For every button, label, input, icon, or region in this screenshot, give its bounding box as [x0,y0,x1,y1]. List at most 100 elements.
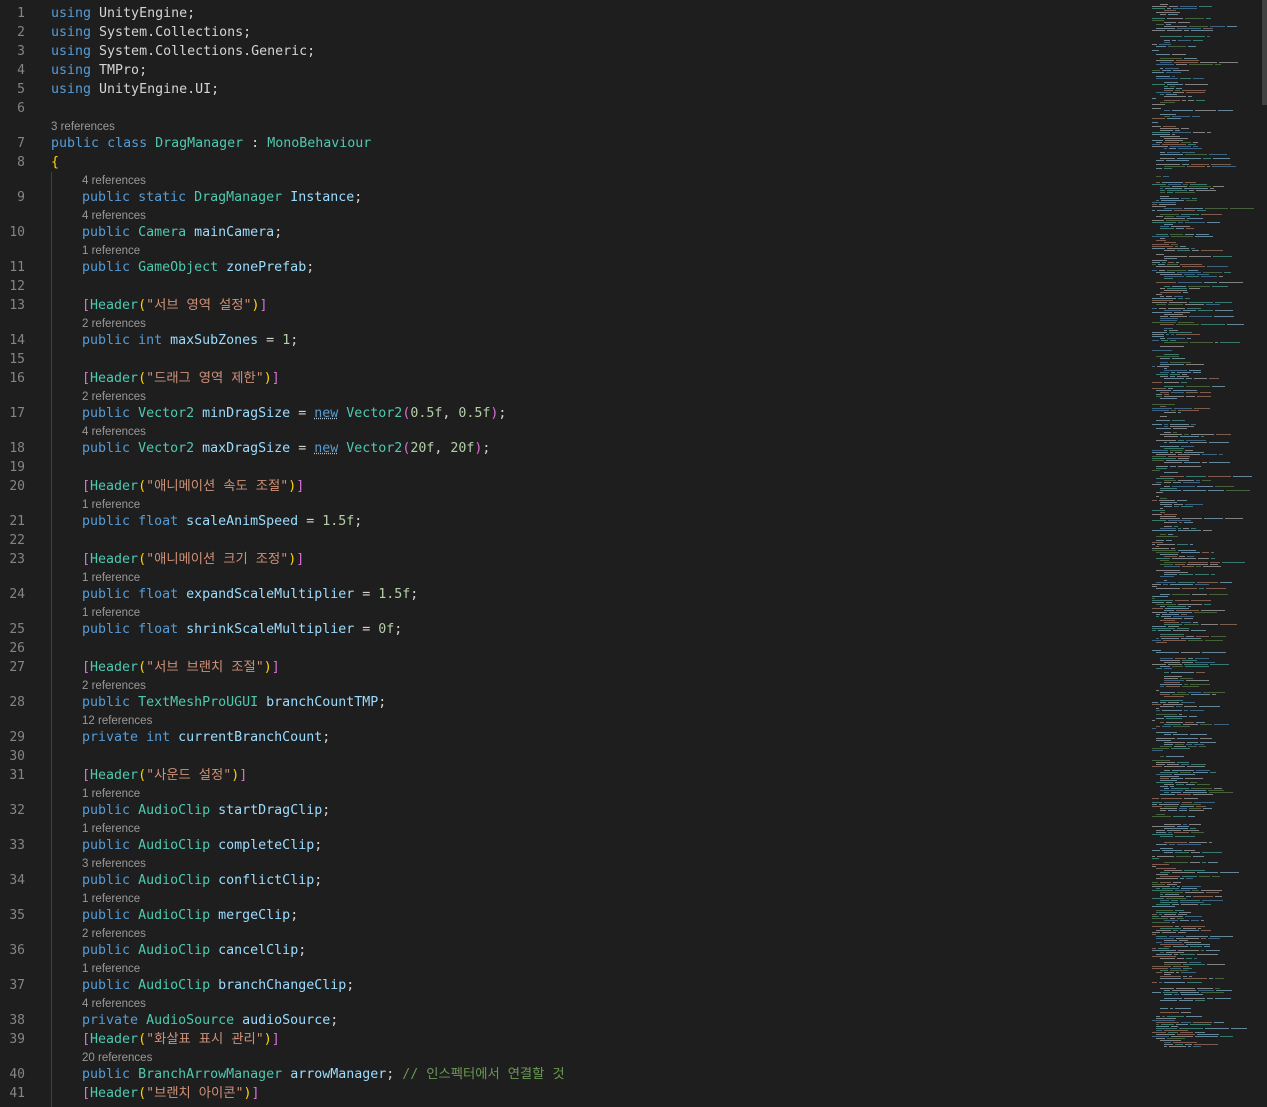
minimap-code-line [1164,116,1170,117]
codelens-references[interactable]: 1 reference [82,605,140,621]
code-line[interactable]: 1 reference 11 public GameObject zonePrefa… [0,242,1150,277]
code-token: Header [90,1086,139,1101]
minimap-code-line [1185,234,1194,235]
code-line[interactable]: 20 [Header("애니메이션 속도 조절")] [0,477,1150,496]
codelens-references[interactable]: 2 references [82,678,146,694]
codelens-references[interactable]: 2 references [82,389,146,405]
code-line[interactable]: 1 using UnityEngine; [0,4,1150,23]
minimap-code-line [1152,932,1160,933]
codelens-references[interactable]: 1 reference [82,891,140,907]
minimap[interactable] [1150,0,1261,1107]
scrollbar-thumb[interactable] [1262,0,1267,105]
codelens-references[interactable]: 4 references [82,208,146,224]
code-line[interactable]: 26 [0,639,1150,658]
code-text: public AudioClip mergeClip; [82,906,298,925]
code-line[interactable]: 8{ [0,153,1150,172]
minimap-code-line [1193,896,1213,897]
minimap-code-line [1164,276,1184,277]
code-line[interactable]: 30 [0,747,1150,766]
code-line[interactable]: 4 references 10 public Camera mainCamera; [0,207,1150,242]
codelens-references[interactable]: 3 references [51,119,115,135]
minimap-code-line [1156,912,1177,913]
minimap-code-line [1160,836,1173,837]
code-line[interactable]: 2 using System.Collections; [0,23,1150,42]
code-line[interactable]: 39 [Header("화살표 표시 관리")] [0,1030,1150,1049]
codelens-references[interactable]: 4 references [82,424,146,440]
code-line[interactable]: 1 reference 24 public float expandScaleMul… [0,569,1150,604]
codelens-references[interactable]: 2 references [82,316,146,332]
vertical-scrollbar[interactable] [1262,0,1267,1107]
code-token: private [82,1013,139,1028]
code-line[interactable]: 3 references 7 public class DragManager : … [0,118,1150,153]
code-line[interactable]: 4 references 9 public static DragManager I… [0,172,1150,207]
code-line[interactable]: 23 [Header("애니메이션 크기 조정")] [0,550,1150,569]
code-line[interactable]: 1 reference 35 public AudioClip mergeClip; [0,890,1150,925]
code-line[interactable]: 22 [0,531,1150,550]
codelens-references[interactable]: 1 reference [82,570,140,586]
code-line[interactable]: 4 references 18 public Vector2 maxDragSize… [0,423,1150,458]
code-line[interactable]: 16 [Header("드래그 영역 제한")] [0,369,1150,388]
code-line[interactable]: 2 references 28 public TextMeshProUGUI bra… [0,677,1150,712]
minimap-code-line [1166,220,1189,221]
codelens-references[interactable]: 3 references [82,856,146,872]
codelens-references[interactable]: 20 references [82,1050,152,1066]
code-line[interactable]: 1 reference 21 public float scaleAnimSpeed… [0,496,1150,531]
codelens-references[interactable]: 2 references [82,926,146,942]
minimap-code-line [1194,958,1197,959]
code-line[interactable]: 2 references 17 public Vector2 minDragSize… [0,388,1150,423]
code-line[interactable]: 31 [Header("사운드 설정")] [0,766,1150,785]
code-line[interactable]: 4 references 38 private AudioSource audioS… [0,995,1150,1030]
code-line[interactable]: 1 reference 37 public AudioClip branchChan… [0,960,1150,995]
codelens-references[interactable]: 12 references [82,713,152,729]
code-editor[interactable]: 1 using UnityEngine; 2 using System.Collect… [0,0,1150,1107]
code-line[interactable]: 3 using System.Collections.Generic; [0,42,1150,61]
minimap-code-line [1227,26,1237,27]
minimap-code-line [1184,434,1189,435]
codelens-references[interactable]: 1 reference [82,497,140,513]
minimap-code-line [1158,948,1169,949]
code-line[interactable]: 12 references 29 private int currentBranch… [0,712,1150,747]
code-token: audioSource [242,1013,331,1028]
minimap-code-line [1164,990,1170,991]
minimap-code-line [1160,128,1179,129]
minimap-code-line [1152,1032,1166,1033]
code-line[interactable]: 41 [Header("브랜치 아이콘")] [0,1084,1150,1103]
minimap-code-line [1193,142,1198,143]
code-line[interactable]: 1 reference 32 public AudioClip startDragC… [0,785,1150,820]
code-line[interactable]: 2 references 36 public AudioClip cancelCli… [0,925,1150,960]
codelens-references[interactable]: 1 reference [82,821,140,837]
code-line[interactable]: 27 [Header("서브 브랜치 조절")] [0,658,1150,677]
minimap-code-line [1156,546,1159,547]
minimap-code-line [1166,94,1177,95]
code-line[interactable]: 5 using UnityEngine.UI; [0,80,1150,99]
code-line[interactable]: 13 [Header("서브 영역 설정")] [0,296,1150,315]
minimap-code-line [1156,160,1164,161]
codelens-references[interactable]: 1 reference [82,786,140,802]
code-line[interactable]: 15 [0,350,1150,369]
code-token: Vector2 [138,441,195,456]
minimap-code-line [1152,816,1171,817]
code-line[interactable]: 19 [0,458,1150,477]
code-line[interactable]: 12 [0,277,1150,296]
codelens-references[interactable]: 4 references [82,173,146,189]
minimap-code-line [1152,340,1159,341]
minimap-code-line [1207,266,1228,267]
code-line[interactable]: 1 reference 25 public float shrinkScaleMul… [0,604,1150,639]
code-line[interactable]: 20 references 40 public BranchArrowManager… [0,1049,1150,1084]
code-token: ; [394,622,403,637]
codelens-references[interactable]: 1 reference [82,243,140,259]
code-line[interactable]: 6 [0,99,1150,118]
minimap-code-line [1175,910,1184,911]
minimap-code-line [1156,28,1175,29]
code-line[interactable]: 2 references 14 public int maxSubZones = 1… [0,315,1150,350]
minimap-code-line [1181,614,1187,615]
minimap-code-line [1200,392,1211,393]
codelens-references[interactable]: 1 reference [82,961,140,977]
code-line[interactable]: 3 references 34 public AudioClip conflictC… [0,855,1150,890]
code-line[interactable]: 1 reference 33 public AudioClip completeCl… [0,820,1150,855]
codelens-references[interactable]: 4 references [82,996,146,1012]
code-line[interactable]: 4 using TMPro; [0,61,1150,80]
minimap-code-line [1160,746,1172,747]
minimap-code-line [1188,640,1203,641]
